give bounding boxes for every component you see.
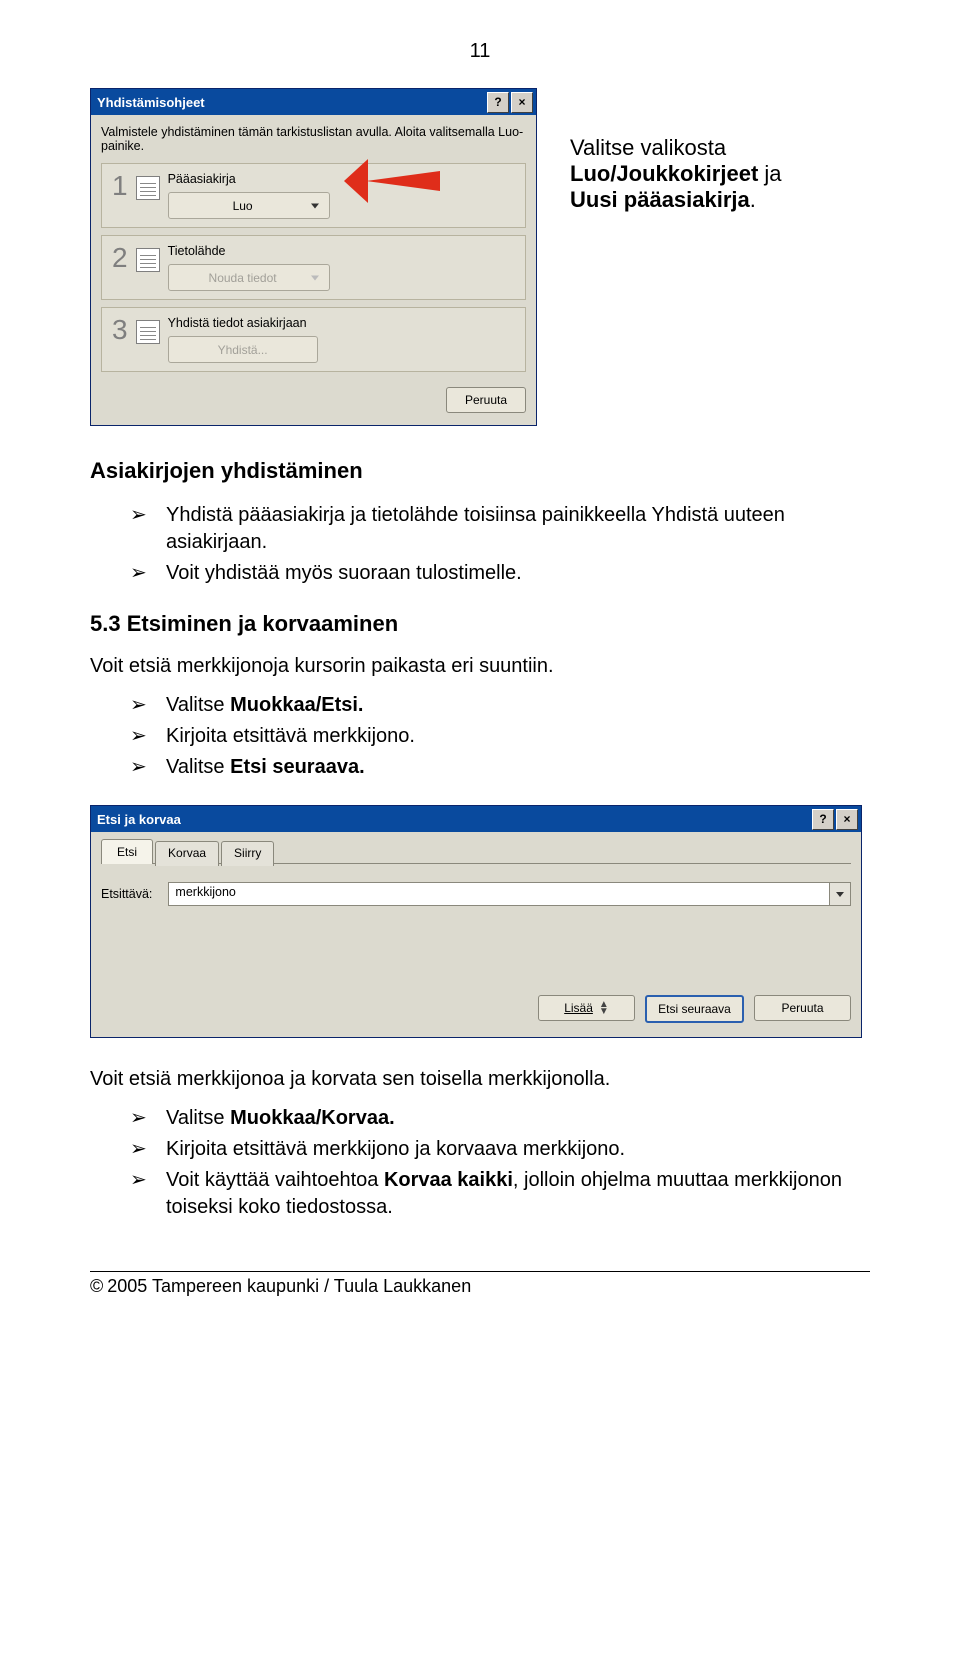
body-paragraph: Voit etsiä merkkijonoa ja korvata sen to… xyxy=(90,1068,870,1091)
help-button[interactable]: ? xyxy=(812,809,834,830)
find-replace-dialog: Etsi ja korvaa ? × Etsi Korvaa Siirry Et… xyxy=(90,805,862,1038)
list-item: Yhdistä pääasiakirja ja tietolähde toisi… xyxy=(130,502,870,556)
step-3: 3 Yhdistä tiedot asiakirjaan Yhdistä... xyxy=(101,307,526,372)
find-what-value: merkkijono xyxy=(169,883,829,905)
document-icon xyxy=(136,176,160,200)
chevron-down-icon xyxy=(836,892,844,897)
cancel-button[interactable]: Peruuta xyxy=(446,387,526,413)
section-heading: Asiakirjojen yhdistäminen xyxy=(90,458,870,484)
step-number: 2 xyxy=(112,244,128,272)
help-button[interactable]: ? xyxy=(487,92,509,113)
close-button[interactable]: × xyxy=(836,809,858,830)
wizard-intro-text: Valmistele yhdistäminen tämän tarkistusl… xyxy=(101,125,526,153)
step-2-label: Tietolähde xyxy=(168,244,515,258)
merge-wizard-titlebar[interactable]: Yhdistämisohjeet ? × xyxy=(91,89,536,115)
section-heading: 5.3 Etsiminen ja korvaaminen xyxy=(90,611,870,637)
find-replace-title: Etsi ja korvaa xyxy=(97,812,181,827)
step-1-label: Pääasiakirja xyxy=(168,172,515,186)
step-number: 1 xyxy=(112,172,128,200)
more-button-label: Lisää xyxy=(564,1001,593,1015)
bold-text: Muokkaa/Korvaa. xyxy=(230,1107,395,1129)
merge-button-label: Yhdistä... xyxy=(218,343,268,357)
step-number: 3 xyxy=(112,316,128,344)
step-3-label: Yhdistä tiedot asiakirjaan xyxy=(168,316,515,330)
list-item: Voit yhdistää myös suoraan tulostimelle. xyxy=(130,560,870,587)
tab-find[interactable]: Etsi xyxy=(101,839,153,864)
find-replace-titlebar[interactable]: Etsi ja korvaa ? × xyxy=(91,806,861,832)
text: Valitse xyxy=(166,756,230,778)
create-button-label: Luo xyxy=(233,199,253,213)
find-what-dropdown[interactable] xyxy=(829,883,850,905)
bold-text: Korvaa kaikki xyxy=(384,1169,513,1191)
datasource-icon xyxy=(136,248,160,272)
close-button[interactable]: × xyxy=(511,92,533,113)
cancel-button[interactable]: Peruuta xyxy=(754,995,851,1021)
more-button[interactable]: Lisää ▲▼ xyxy=(538,995,635,1021)
list-item: Voit käyttää vaihtoehtoa Korvaa kaikki, … xyxy=(130,1167,870,1221)
merge-icon xyxy=(136,320,160,344)
create-button[interactable]: Luo xyxy=(168,192,330,219)
bullet-list: Valitse Muokkaa/Etsi. Kirjoita etsittävä… xyxy=(130,692,870,781)
merge-button[interactable]: Yhdistä... xyxy=(168,336,318,363)
chevron-down-icon xyxy=(311,203,319,208)
callout-arrow-icon xyxy=(366,171,440,191)
text: Valitse xyxy=(166,1107,230,1129)
page-number: 11 xyxy=(90,40,870,63)
get-data-button-label: Nouda tiedot xyxy=(209,271,277,285)
find-next-button[interactable]: Etsi seuraava xyxy=(645,995,744,1023)
step-2: 2 Tietolähde Nouda tiedot xyxy=(101,235,526,300)
copyright-icon: © xyxy=(90,1276,103,1297)
body-paragraph: Voit etsiä merkkijonoja kursorin paikast… xyxy=(90,655,870,678)
callout-bold: Luo/Joukkokirjeet xyxy=(570,161,758,186)
footer-text: 2005 Tampereen kaupunki / Tuula Laukkane… xyxy=(107,1276,471,1297)
tab-replace[interactable]: Korvaa xyxy=(155,841,219,866)
list-item: Valitse Muokkaa/Korvaa. xyxy=(130,1105,870,1132)
expand-icon: ▲▼ xyxy=(599,1001,609,1015)
callout-line: ja xyxy=(758,161,781,186)
merge-wizard-dialog: Yhdistämisohjeet ? × Valmistele yhdistäm… xyxy=(90,88,537,426)
bullet-list: Valitse Muokkaa/Korvaa. Kirjoita etsittä… xyxy=(130,1105,870,1221)
list-item: Valitse Etsi seuraava. xyxy=(130,754,870,781)
tab-goto[interactable]: Siirry xyxy=(221,841,274,866)
list-item: Kirjoita etsittävä merkkijono. xyxy=(130,723,870,750)
bold-text: Muokkaa/Etsi. xyxy=(230,694,363,716)
bold-text: Etsi seuraava. xyxy=(230,756,365,778)
callout-text: Valitse valikosta Luo/Joukkokirjeet ja U… xyxy=(570,135,920,213)
callout-bold: Uusi pääasiakirja xyxy=(570,187,750,212)
find-what-input[interactable]: merkkijono xyxy=(168,882,851,906)
page-footer: © 2005 Tampereen kaupunki / Tuula Laukka… xyxy=(90,1271,870,1297)
bullet-list: Yhdistä pääasiakirja ja tietolähde toisi… xyxy=(130,502,870,587)
find-what-label: Etsittävä: xyxy=(101,887,152,901)
callout-line: Valitse valikosta xyxy=(570,135,726,160)
merge-wizard-title: Yhdistämisohjeet xyxy=(97,95,205,110)
step-1: 1 Pääasiakirja Luo xyxy=(101,163,526,228)
text: Valitse xyxy=(166,694,230,716)
tab-strip: Etsi Korvaa Siirry xyxy=(101,838,851,864)
list-item: Valitse Muokkaa/Etsi. xyxy=(130,692,870,719)
chevron-down-icon xyxy=(311,275,319,280)
list-item: Kirjoita etsittävä merkkijono ja korvaav… xyxy=(130,1136,870,1163)
get-data-button[interactable]: Nouda tiedot xyxy=(168,264,330,291)
text: Voit käyttää vaihtoehtoa xyxy=(166,1169,384,1191)
